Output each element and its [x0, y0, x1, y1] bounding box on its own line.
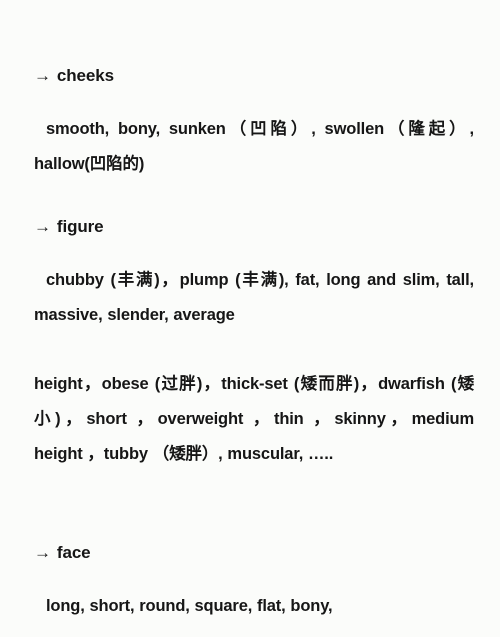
section-heading-face: → face [34, 542, 91, 564]
section-body-cheeks: smooth, bony, sunken（凹陷）, swollen（隆起）, h… [34, 120, 474, 173]
section-heading-label: figure [56, 217, 104, 236]
section-heading-label: cheeks [56, 66, 114, 85]
arrow-right-icon: → [34, 217, 51, 236]
arrow-right-icon: → [34, 543, 51, 562]
arrow-right-icon: → [34, 66, 51, 85]
section-body-figure-continued: height，obese (过胖)，thick-set (矮而胖)，dwarfi… [34, 375, 474, 463]
document-page: → cheeks smooth, bony, sunken（凹陷）, swolle… [0, 0, 500, 637]
section-heading-label: face [56, 543, 91, 562]
section-body-face: long, short, round, square, flat, bony, [46, 597, 333, 615]
section-heading-cheeks: → cheeks [34, 65, 114, 87]
section-body-figure: chubby (丰满)，plump (丰满), fat, long and sl… [34, 271, 474, 324]
section-heading-figure: → figure [34, 216, 104, 238]
